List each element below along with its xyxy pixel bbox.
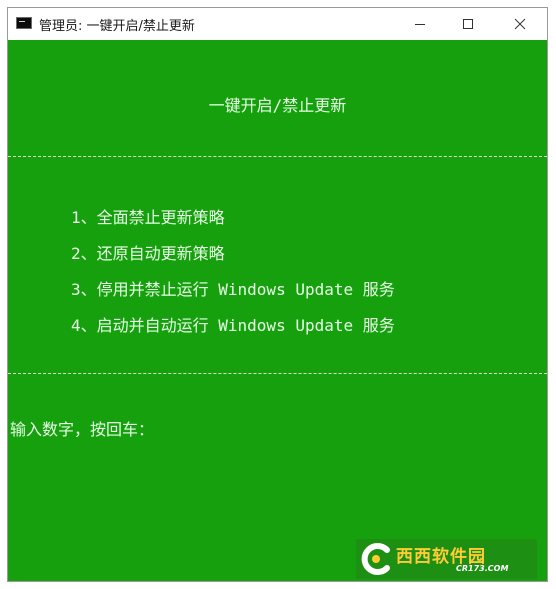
minimize-button[interactable]: [397, 8, 443, 40]
close-icon: [514, 18, 526, 30]
window-title: 管理员: 一键开启/禁止更新: [39, 19, 195, 34]
title-bar[interactable]: 管理员: 一键开启/禁止更新: [8, 8, 547, 40]
divider-bottom: [8, 373, 547, 374]
menu-item-3: 3、停用并禁止运行 Windows Update 服务: [71, 280, 395, 299]
console-output[interactable]: 一键开启/禁止更新 1、全面禁止更新策略 2、还原自动更新策略 3、停用并禁止运…: [8, 40, 547, 581]
minimize-icon: [415, 24, 425, 25]
input-prompt: 输入数字，按回车：: [10, 420, 155, 439]
watermark-domain: CR173.COM: [456, 564, 509, 573]
watermark-logo: 西西软件园 CR173.COM: [356, 539, 537, 579]
console-window: 管理员: 一键开启/禁止更新 一键开启/禁止更新 1、全面禁止更新策略 2、还原…: [7, 7, 548, 582]
menu-item-2: 2、还原自动更新策略: [71, 244, 225, 263]
console-heading: 一键开启/禁止更新: [208, 96, 347, 115]
close-button[interactable]: [497, 8, 543, 40]
divider-top: [8, 156, 547, 157]
brand-logo-icon: [361, 543, 390, 575]
menu-item-1: 1、全面禁止更新策略: [71, 208, 225, 227]
menu-item-4: 4、启动并自动运行 Windows Update 服务: [71, 316, 395, 335]
maximize-icon: [463, 19, 473, 29]
option-menu: 1、全面禁止更新策略 2、还原自动更新策略 3、停用并禁止运行 Windows …: [71, 200, 395, 344]
maximize-button[interactable]: [445, 8, 491, 40]
console-icon: [16, 17, 32, 29]
